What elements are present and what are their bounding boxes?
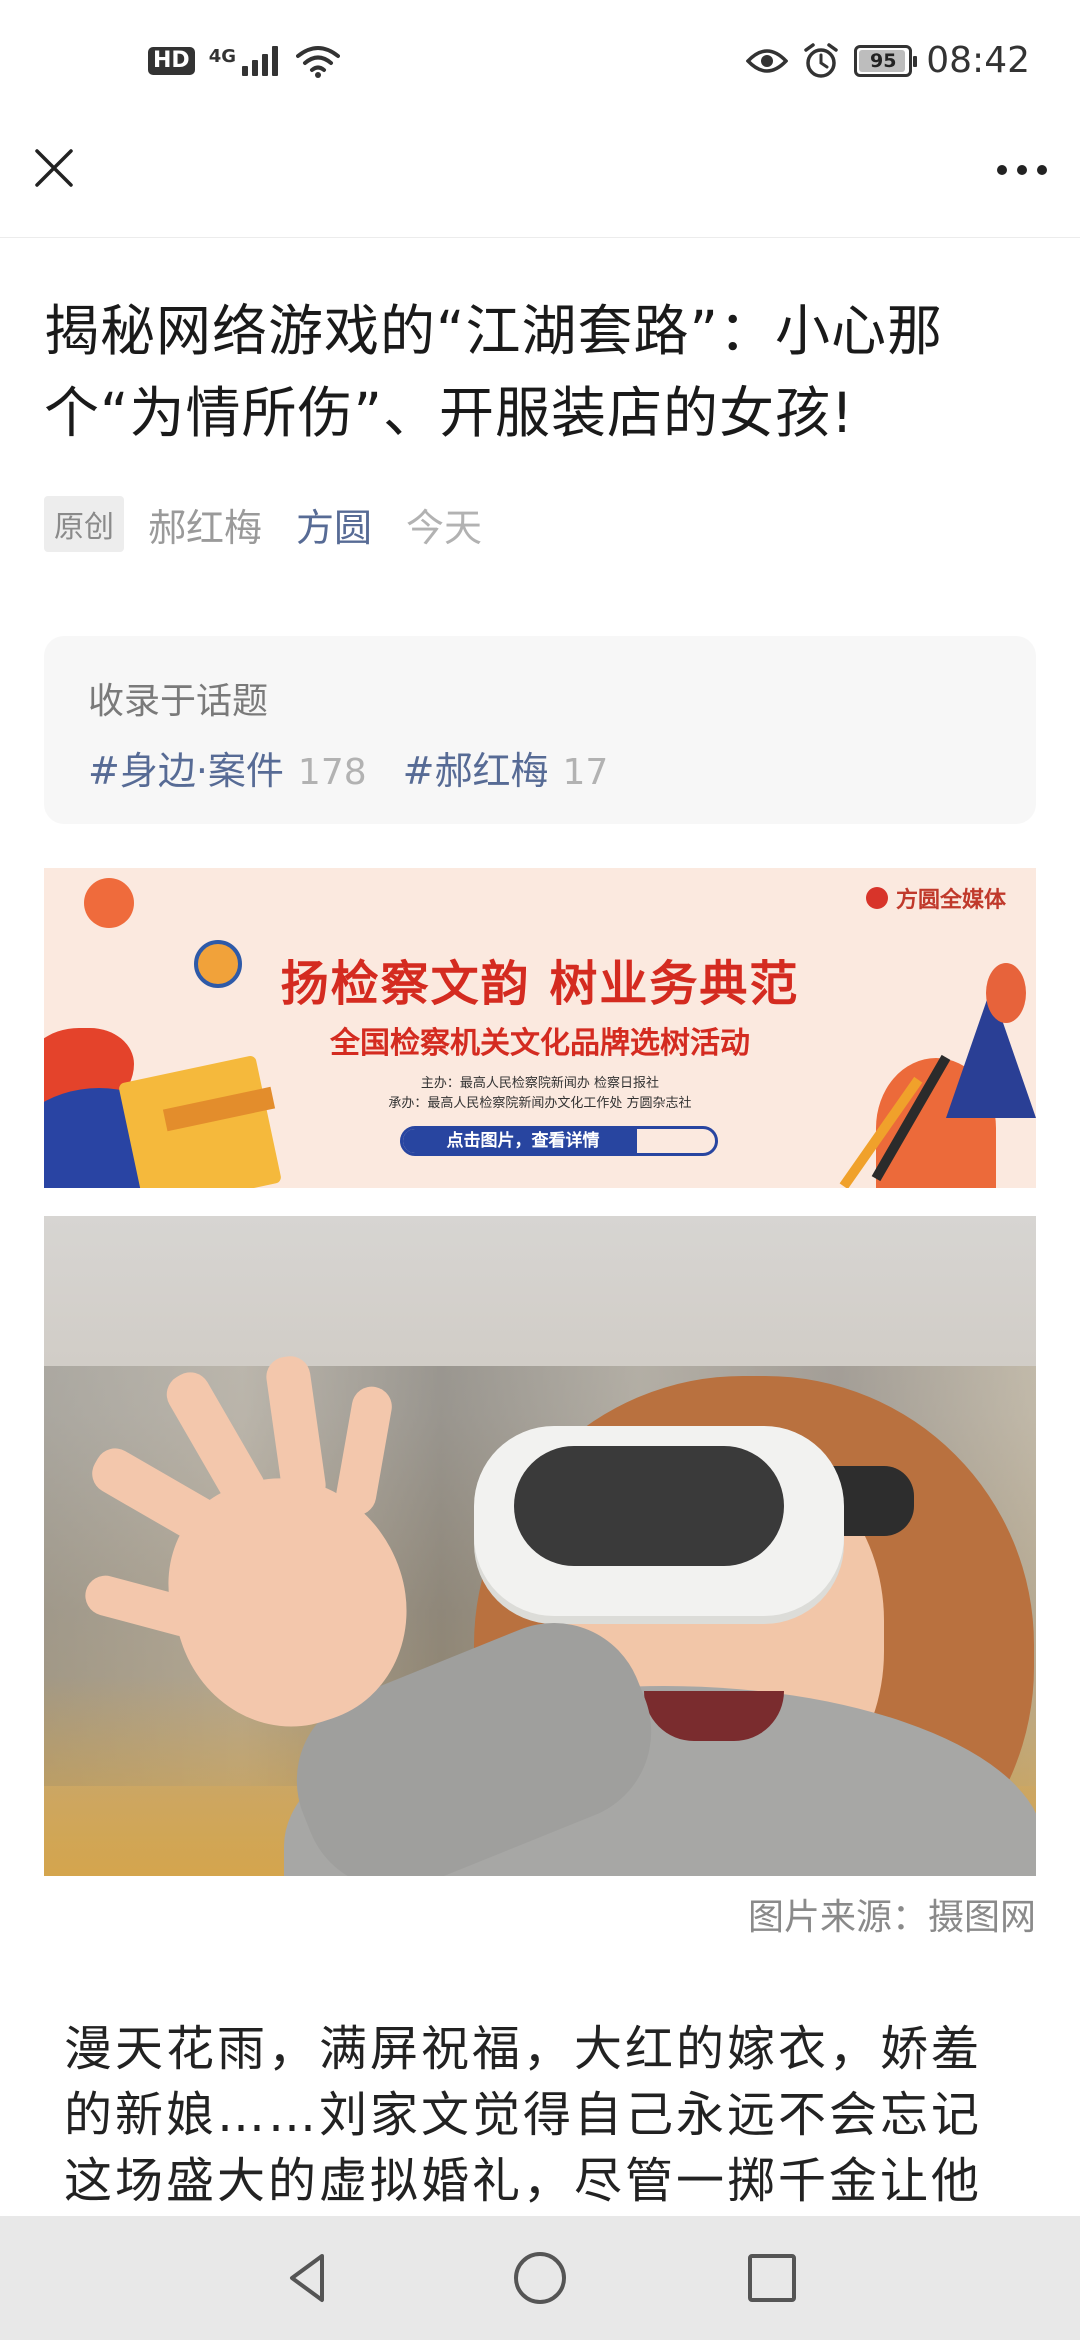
photo-caption: 图片来源：摄图网	[747, 1897, 1036, 1938]
battery-level: 95	[870, 49, 897, 72]
banner-cta-button[interactable]: 点击图片，查看详情	[400, 1126, 718, 1156]
top-nav-bar	[0, 135, 1080, 238]
recents-icon	[748, 2254, 796, 2302]
status-right: 95 08:42	[746, 40, 1030, 81]
hd-badge: HD	[148, 47, 195, 75]
banner-cta-label: 点击图片，查看详情	[446, 1131, 600, 1151]
banner-organizer: 主办：最高人民检察院新闻办 检察日报社	[420, 1076, 660, 1091]
media-logo-icon	[865, 887, 888, 909]
account-link[interactable]: 方圆	[296, 497, 372, 552]
topic-count: 178	[297, 752, 367, 793]
author-name: 郝红梅	[148, 505, 263, 550]
topic-count: 17	[562, 752, 609, 793]
topic-name: #身边·案件	[88, 749, 284, 793]
home-icon	[514, 2252, 566, 2304]
back-icon	[290, 2254, 324, 2302]
banner-subline: 全国检察机关文化品牌选树活动	[330, 1026, 750, 1061]
clock: 08:42	[926, 40, 1030, 81]
cellular-signal-icon: 4G	[209, 46, 278, 76]
banner-headline: 扬检察文韵 树业务典范	[280, 956, 800, 1012]
wifi-icon	[296, 46, 340, 78]
more-icon	[997, 165, 1047, 175]
original-tag: 原创	[44, 496, 124, 552]
article-title: 揭秘网络游戏的“江湖套路”：小心那个“为情所伤”、开服装店的女孩!	[44, 299, 943, 445]
topic-item[interactable]: #郝红梅 17	[403, 740, 609, 795]
close-button[interactable]	[32, 146, 76, 190]
network-type-label: 4G	[208, 46, 236, 67]
recents-button[interactable]	[742, 2248, 802, 2308]
system-nav-bar	[0, 2216, 1080, 2340]
banner-co-organizer: 承办：最高人民检察院新闻办文化工作处 方圆杂志社	[388, 1096, 692, 1111]
publish-date: 今天	[406, 505, 483, 550]
battery-icon: 95	[854, 44, 918, 77]
article-body-paragraph: 漫天花雨，满屏祝福，大红的嫁衣，娇羞的新娘……刘家文觉得自己永远不会忘记这场盛大…	[64, 2021, 983, 2209]
media-logo: 方圆全媒体	[865, 882, 1006, 914]
topic-item[interactable]: #身边·案件 178	[88, 740, 367, 795]
status-bar: HD 4G 95 08:42	[0, 0, 1080, 135]
home-button[interactable]	[510, 2248, 570, 2308]
topic-card: 收录于话题 #身边·案件 178 #郝红梅 17	[44, 636, 1036, 824]
eye-icon	[746, 48, 789, 73]
article-meta: 原创 郝红梅 方圆 今天	[44, 496, 482, 552]
alarm-icon	[804, 42, 838, 78]
topic-name: #郝红梅	[402, 749, 549, 793]
close-icon	[35, 149, 73, 187]
article-photo[interactable]	[44, 1216, 1036, 1876]
topic-list: #身边·案件 178 #郝红梅 17	[88, 740, 608, 795]
sun-illustration	[84, 878, 134, 928]
media-logo-text: 方圆全媒体	[895, 888, 1006, 913]
more-options-button[interactable]	[992, 150, 1052, 190]
status-left: HD 4G	[148, 44, 340, 78]
back-button[interactable]	[278, 2248, 338, 2308]
vr-lens	[514, 1446, 784, 1566]
topic-card-label: 收录于话题	[88, 681, 269, 722]
promo-banner[interactable]: 方圆全媒体 扬检察文韵 树业务典范 全国检察机关文化品牌选树活动 主办：最高人民…	[44, 868, 1036, 1188]
